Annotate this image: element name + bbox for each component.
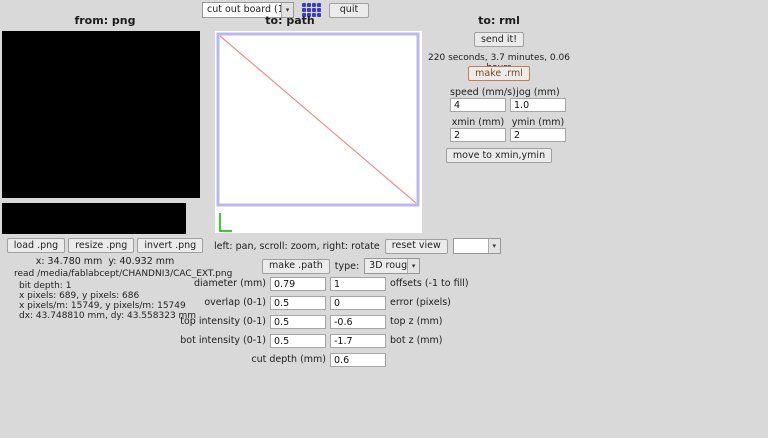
- error-input[interactable]: [330, 296, 386, 310]
- cut-depth-input[interactable]: [330, 353, 386, 367]
- path-params-form: diameter (mm) offsets (-1 to fill) overl…: [150, 277, 469, 367]
- bot-z-label: bot z (mm): [390, 334, 469, 348]
- path-preview-svg: [215, 31, 422, 233]
- origin-axes-icon: [220, 213, 232, 231]
- offsets-label: offsets (-1 to fill): [390, 277, 469, 291]
- make-rml-row: make .rml: [424, 66, 574, 81]
- to-path-title: to: path: [215, 14, 365, 27]
- invert-png-button[interactable]: invert .png: [137, 238, 203, 253]
- send-it-button[interactable]: send it!: [474, 32, 524, 47]
- path-type-select[interactable]: 3D rough ▾: [364, 258, 420, 274]
- xmin-ymin-inputs: [450, 128, 566, 142]
- resize-png-button[interactable]: resize .png: [68, 238, 134, 253]
- make-path-row: make .path type: 3D rough ▾: [262, 258, 420, 274]
- load-png-button[interactable]: load .png: [7, 238, 65, 253]
- make-path-button[interactable]: make .path: [262, 259, 330, 274]
- make-rml-button[interactable]: make .rml: [468, 66, 530, 81]
- offsets-input[interactable]: [330, 277, 386, 291]
- view-controls-row: left: pan, scroll: zoom, right: rotate r…: [214, 238, 501, 254]
- jog-input[interactable]: [510, 98, 566, 112]
- diameter-input[interactable]: [270, 277, 326, 291]
- overlap-label: overlap (0-1): [150, 296, 266, 310]
- overlap-input[interactable]: [270, 296, 326, 310]
- top-z-label: top z (mm): [390, 315, 469, 329]
- view-hint-text: left: pan, scroll: zoom, right: rotate: [214, 241, 380, 252]
- bot-z-input[interactable]: [330, 334, 386, 348]
- png-image-view: [2, 31, 200, 198]
- to-rml-title: to: rml: [424, 14, 574, 27]
- chevron-down-icon: ▾: [407, 259, 419, 273]
- xmin-ymin-labels: xmin (mm) ymin (mm): [450, 117, 566, 128]
- top-z-input[interactable]: [330, 315, 386, 329]
- top-intensity-label: top intensity (0-1): [150, 315, 266, 329]
- bot-intensity-input[interactable]: [270, 334, 326, 348]
- path-canvas[interactable]: [215, 31, 422, 233]
- cut-depth-label: cut depth (mm): [150, 353, 326, 367]
- speed-jog-inputs: [450, 98, 566, 112]
- xmin-label: xmin (mm): [450, 117, 506, 128]
- speed-label: speed (mm/s): [450, 87, 506, 98]
- bot-intensity-label: bot intensity (0-1): [150, 334, 266, 348]
- from-png-title: from: png: [0, 14, 210, 27]
- chevron-down-icon: ▾: [488, 239, 500, 253]
- error-label: error (pixels): [390, 296, 469, 310]
- ymin-input[interactable]: [510, 128, 566, 142]
- xmin-input[interactable]: [450, 128, 506, 142]
- fab-modules-app: { "topbar": { "process_option": "cut out…: [0, 0, 768, 438]
- png-size-text: x: 34.780 mm y: 40.932 mm: [0, 256, 210, 267]
- view-select-value: [454, 239, 488, 253]
- move-to-xmin-ymin-button[interactable]: move to xmin,ymin: [446, 148, 552, 163]
- type-label: type:: [335, 261, 359, 272]
- png-actions: load .png resize .png invert .png: [0, 238, 210, 253]
- reset-view-button[interactable]: reset view: [385, 239, 448, 254]
- diameter-label: diameter (mm): [150, 277, 266, 291]
- speed-jog-labels: speed (mm/s) jog (mm): [450, 87, 566, 98]
- top-intensity-input[interactable]: [270, 315, 326, 329]
- jog-label: jog (mm): [510, 87, 566, 98]
- ymin-label: ymin (mm): [510, 117, 566, 128]
- speed-input[interactable]: [450, 98, 506, 112]
- png-image-strip: [2, 203, 186, 234]
- move-row: move to xmin,ymin: [424, 148, 574, 163]
- view-select[interactable]: ▾: [453, 238, 501, 254]
- send-row: send it!: [424, 32, 574, 47]
- path-type-value: 3D rough: [365, 259, 407, 273]
